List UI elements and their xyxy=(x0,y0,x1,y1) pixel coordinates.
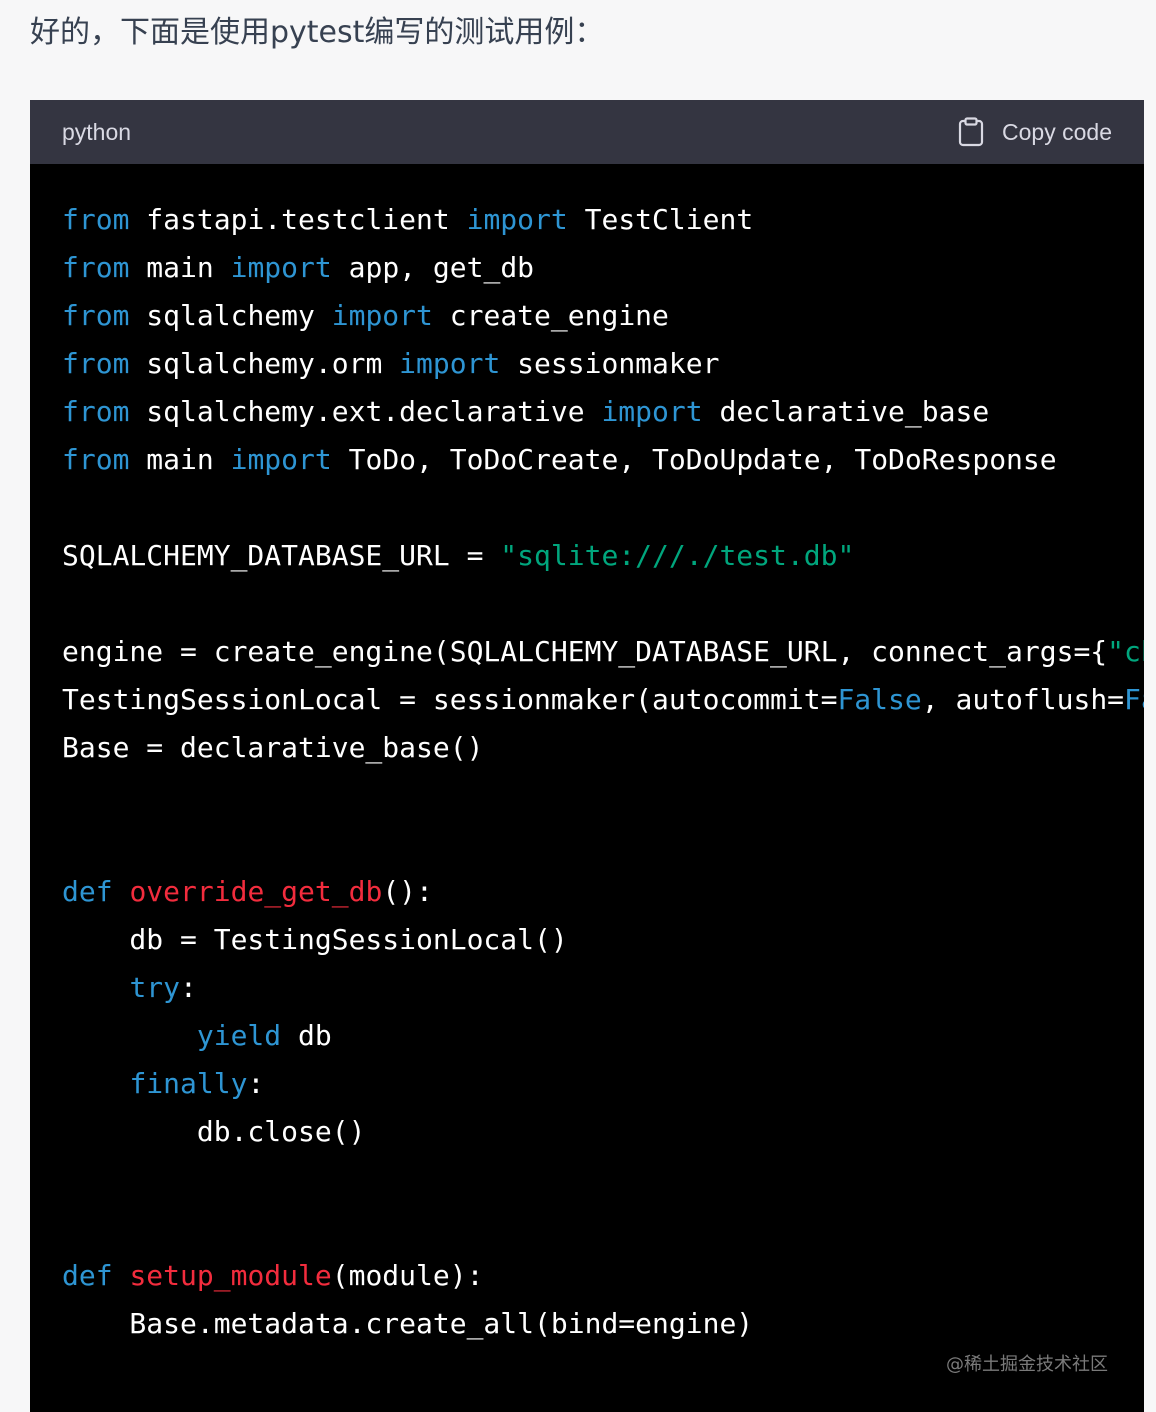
code-token: from xyxy=(62,203,130,236)
code-token: def xyxy=(62,875,113,908)
code-token: import xyxy=(399,347,501,380)
code-token: finally xyxy=(129,1067,248,1100)
code-token: main xyxy=(129,251,231,284)
watermark: @稀土掘金技术社区 xyxy=(946,1354,1108,1375)
code-token: sqlalchemy.ext.declarative xyxy=(129,395,602,428)
code-token: setup_module xyxy=(129,1259,332,1292)
code-token: sqlalchemy.orm xyxy=(129,347,400,380)
code-token: create_engine xyxy=(432,299,669,332)
code-token: main xyxy=(129,443,231,476)
code-token: import xyxy=(230,251,332,284)
code-token: TestingSessionLocal = sessionmaker(autoc… xyxy=(62,683,838,716)
code-token: from xyxy=(62,347,130,380)
code-token: sqlalchemy xyxy=(129,299,332,332)
code-token: False xyxy=(837,683,922,716)
code-line: Base = declarative_base() xyxy=(62,724,1144,772)
code-line: from main import app, get_db xyxy=(62,244,1144,292)
code-line: TestingSessionLocal = sessionmaker(autoc… xyxy=(62,676,1144,724)
code-line: from sqlalchemy.orm import sessionmaker xyxy=(62,340,1144,388)
code-block-header: python Copy code xyxy=(30,100,1144,164)
code-line: yield db xyxy=(62,1012,1144,1060)
code-line: SQLALCHEMY_DATABASE_URL = "sqlite:///./t… xyxy=(62,532,1144,580)
code-language-label: python xyxy=(62,119,132,145)
copy-code-label: Copy code xyxy=(1002,118,1112,145)
code-line: finally: xyxy=(62,1060,1144,1108)
assistant-message-text: 好的，下面是使用pytest编写的测试用例： xyxy=(30,15,605,50)
code-token: sessionmaker xyxy=(500,347,720,380)
code-body: from fastapi.testclient import TestClien… xyxy=(30,164,1144,1412)
code-token: override_get_db xyxy=(129,875,383,908)
code-token: engine = create_engine(SQLALCHEMY_DATABA… xyxy=(62,635,1108,668)
code-token: Base = declarative_base() xyxy=(62,731,484,764)
code-line: from sqlalchemy.ext.declarative import d… xyxy=(62,388,1144,436)
code-token: import xyxy=(230,443,332,476)
code-token: from xyxy=(62,251,130,284)
code-token: "ch xyxy=(1107,635,1144,668)
code-token: , autoflush= xyxy=(921,683,1125,716)
code-token: : xyxy=(180,971,197,1004)
code-line: def setup_module(module): xyxy=(62,1252,1144,1300)
copy-code-button[interactable]: Copy code xyxy=(958,100,1112,164)
code-token: import xyxy=(601,395,703,428)
code-token: ToDo, ToDoCreate, ToDoUpdate, ToDoRespon… xyxy=(331,443,1057,476)
code-token: db xyxy=(281,1019,332,1052)
code-token: import xyxy=(466,203,568,236)
code-token: declarative_base xyxy=(702,395,990,428)
code-token: : xyxy=(247,1067,265,1100)
code-line: def override_get_db(): xyxy=(62,868,1144,916)
code-token: fastapi.testclient xyxy=(129,203,467,236)
code-token: yield xyxy=(196,1019,282,1052)
code-token: (): xyxy=(382,875,433,908)
code-line: Base.metadata.create_all(bind=engine) xyxy=(62,1300,1144,1348)
code-token: from xyxy=(62,299,130,332)
code-line: db = TestingSessionLocal() xyxy=(62,916,1144,964)
code-token: Base.metadata.create_all(bind=engine) xyxy=(62,1307,754,1340)
clipboard-icon xyxy=(958,117,984,147)
code-token: from xyxy=(62,395,130,428)
code-line: from main import ToDo, ToDoCreate, ToDoU… xyxy=(62,436,1144,484)
code-line: try: xyxy=(62,964,1144,1012)
code-token: TestClient xyxy=(567,203,754,236)
code-line: from sqlalchemy import create_engine xyxy=(62,292,1144,340)
code-token: def xyxy=(62,1259,113,1292)
code-line: engine = create_engine(SQLALCHEMY_DATABA… xyxy=(62,628,1144,676)
code-token: Fa xyxy=(1124,683,1144,716)
code-block: python Copy code from fastapi.testclient… xyxy=(30,100,1144,1412)
code-token: SQLALCHEMY_DATABASE_URL = xyxy=(62,539,501,572)
code-token: db = TestingSessionLocal() xyxy=(62,923,568,956)
code-line: from fastapi.testclient import TestClien… xyxy=(62,196,1144,244)
code-content: from fastapi.testclient import TestClien… xyxy=(62,196,1144,1348)
code-token: import xyxy=(331,299,433,332)
code-token: "sqlite:///./test.db" xyxy=(500,539,855,572)
code-token: try xyxy=(129,971,181,1004)
code-token: app, get_db xyxy=(331,251,535,284)
code-token: db.close() xyxy=(62,1115,366,1148)
code-token: from xyxy=(62,443,130,476)
code-token: (module): xyxy=(331,1259,484,1292)
code-line: db.close() xyxy=(62,1108,1144,1156)
